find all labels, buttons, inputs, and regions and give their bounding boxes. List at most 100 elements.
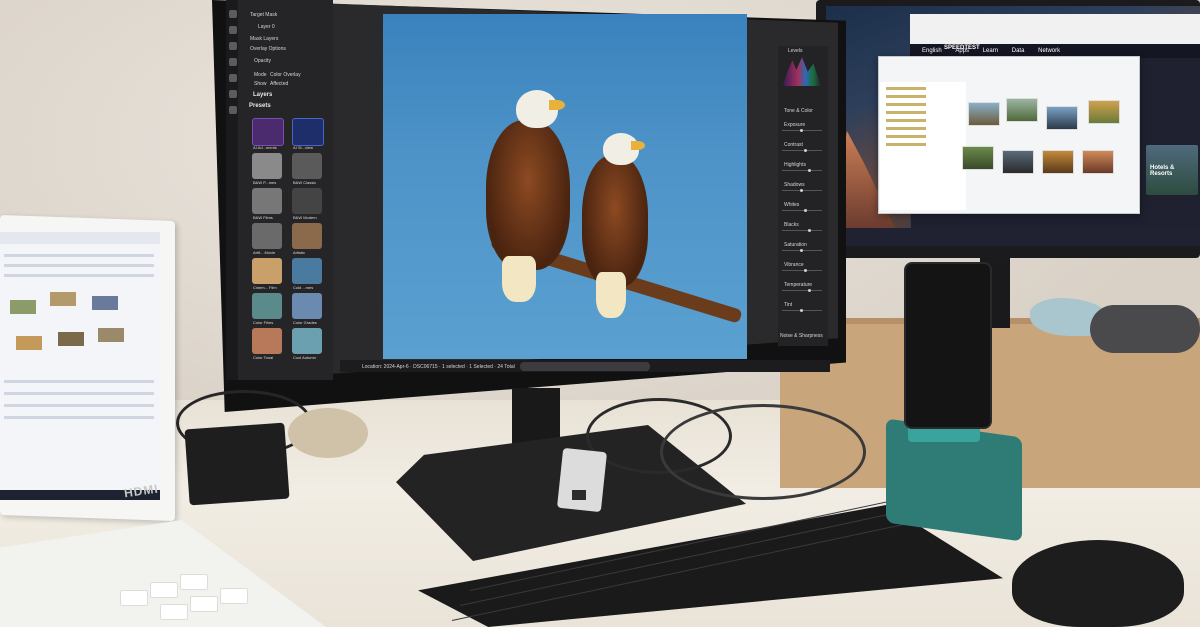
slider-knob[interactable]: [808, 229, 811, 232]
laptop-text-row: [4, 380, 154, 383]
laptop-text-row: [4, 392, 154, 395]
presets-title[interactable]: Presets: [249, 103, 271, 109]
eagle-left-tail: [502, 256, 536, 302]
usb-ethernet-hub: [556, 447, 608, 513]
photo-thumbnail[interactable]: [1002, 150, 1034, 174]
layers-title[interactable]: Layers: [253, 92, 272, 98]
eagle-right-body: [582, 155, 648, 287]
adjustment-slider[interactable]: [782, 230, 822, 231]
preset-tile[interactable]: [252, 118, 284, 146]
status-text: Location: 2024-Apr-6 · DSC06715 · 1 sele…: [362, 364, 515, 370]
preset-tile[interactable]: [292, 188, 322, 214]
slider-knob[interactable]: [804, 269, 807, 272]
slider-knob[interactable]: [800, 249, 803, 252]
preset-label: Cinem... Film: [253, 285, 277, 290]
slider-knob[interactable]: [808, 169, 811, 172]
tool-icon[interactable]: [229, 58, 237, 66]
preset-label: B&W Modern: [293, 215, 317, 220]
preset-tile[interactable]: [292, 118, 324, 146]
preset-tile[interactable]: [252, 258, 282, 284]
preset-label: Color Films: [253, 320, 274, 325]
mask-layers-label[interactable]: Mask Layers: [250, 36, 278, 42]
windows-taskbar: [520, 362, 650, 371]
preset-tile[interactable]: [252, 223, 282, 249]
tool-icon[interactable]: [229, 74, 237, 82]
adjustment-label: Vibrance: [784, 262, 804, 268]
preset-label: Cool Autumn: [293, 355, 316, 360]
preset-tile[interactable]: [252, 188, 282, 214]
tool-icon[interactable]: [229, 10, 237, 18]
glasses-case: [1090, 305, 1200, 353]
adjustment-label: Saturation: [784, 242, 807, 248]
tool-icon[interactable]: [229, 42, 237, 50]
preset-label: Color Grades: [293, 320, 317, 325]
adjustment-label: Whites: [784, 202, 800, 208]
preset-tile[interactable]: [252, 328, 282, 354]
eagle-left-body: [486, 120, 570, 270]
photo-thumbnail[interactable]: [1042, 150, 1074, 174]
show-label: Show: [254, 81, 267, 87]
laptop-thumbnail: [58, 332, 84, 346]
preset-tile[interactable]: [292, 223, 322, 249]
laptop-thumbnail: [92, 296, 118, 310]
laptop-text-row: [4, 404, 154, 407]
preset-label: Cold ...mes: [293, 285, 314, 290]
adjustment-slider[interactable]: [782, 150, 822, 151]
photo-thumbnail[interactable]: [968, 102, 1000, 126]
slider-knob[interactable]: [808, 289, 811, 292]
right-panel-title[interactable]: Levels: [788, 48, 802, 54]
adjustment-slider[interactable]: [782, 290, 822, 291]
cable: [660, 404, 866, 500]
photo-thumbnail[interactable]: [1082, 150, 1114, 174]
slider-knob[interactable]: [800, 129, 803, 132]
speedtest-nav-item[interactable]: Learn: [983, 48, 998, 54]
laptop-key: [120, 590, 148, 606]
speedtest-nav-item[interactable]: English: [922, 48, 942, 54]
show-select[interactable]: Affected: [270, 81, 288, 87]
laptop-thumbnail: [16, 336, 42, 350]
ethernet-port: [572, 490, 586, 500]
layer-name[interactable]: Layer 0: [258, 24, 275, 30]
speedtest-nav-item[interactable]: Network: [1038, 48, 1060, 54]
adjustment-slider[interactable]: [782, 210, 822, 211]
slider-knob[interactable]: [804, 209, 807, 212]
laptop-screen: [0, 232, 160, 500]
preset-label: Color Tonal: [253, 355, 274, 360]
folder-icon: [886, 111, 926, 114]
preset-tile[interactable]: [292, 293, 322, 319]
folder-icon: [886, 143, 926, 146]
adjustment-label: Shadows: [784, 182, 805, 188]
tool-icon[interactable]: [229, 26, 237, 34]
tool-icon[interactable]: [229, 106, 237, 114]
noise-sharpness-label[interactable]: Noise & Sharpness: [780, 333, 823, 339]
photo-thumbnail[interactable]: [1046, 106, 1078, 130]
photo-thumbnail[interactable]: [1006, 98, 1038, 122]
photo-thumbnail[interactable]: [962, 146, 994, 170]
laptop-key: [150, 582, 178, 598]
second-monitor-taskbar: [826, 228, 1200, 246]
laptop-key: [220, 588, 248, 604]
adjustment-slider[interactable]: [782, 170, 822, 171]
slider-knob[interactable]: [804, 149, 807, 152]
photo-thumbnail[interactable]: [1088, 100, 1120, 124]
mode-select[interactable]: Color Overlay: [270, 72, 301, 78]
adjustment-slider[interactable]: [782, 270, 822, 271]
overlay-options-label[interactable]: Overlay Options: [250, 46, 286, 52]
preset-label: B&W Classic: [293, 180, 317, 185]
desk-scene-photo: English Apps Learn Data Network SPEEDTES…: [0, 0, 1200, 627]
preset-tile[interactable]: [292, 328, 322, 354]
file-explorer-sidebar: [880, 82, 966, 210]
tone-color-title[interactable]: Tone & Color: [784, 108, 813, 114]
tool-icon[interactable]: [229, 90, 237, 98]
slider-knob[interactable]: [800, 309, 803, 312]
preset-label: B&W Films: [253, 215, 273, 220]
slider-knob[interactable]: [800, 189, 803, 192]
preset-tile[interactable]: [292, 258, 322, 284]
preset-tile[interactable]: [292, 153, 322, 179]
speedtest-nav-item[interactable]: Data: [1012, 48, 1025, 54]
laptop-thumbnail: [98, 328, 124, 342]
preset-tile[interactable]: [252, 293, 282, 319]
laptop-text-row: [4, 416, 154, 419]
folder-icon: [886, 135, 926, 138]
preset-tile[interactable]: [252, 153, 282, 179]
